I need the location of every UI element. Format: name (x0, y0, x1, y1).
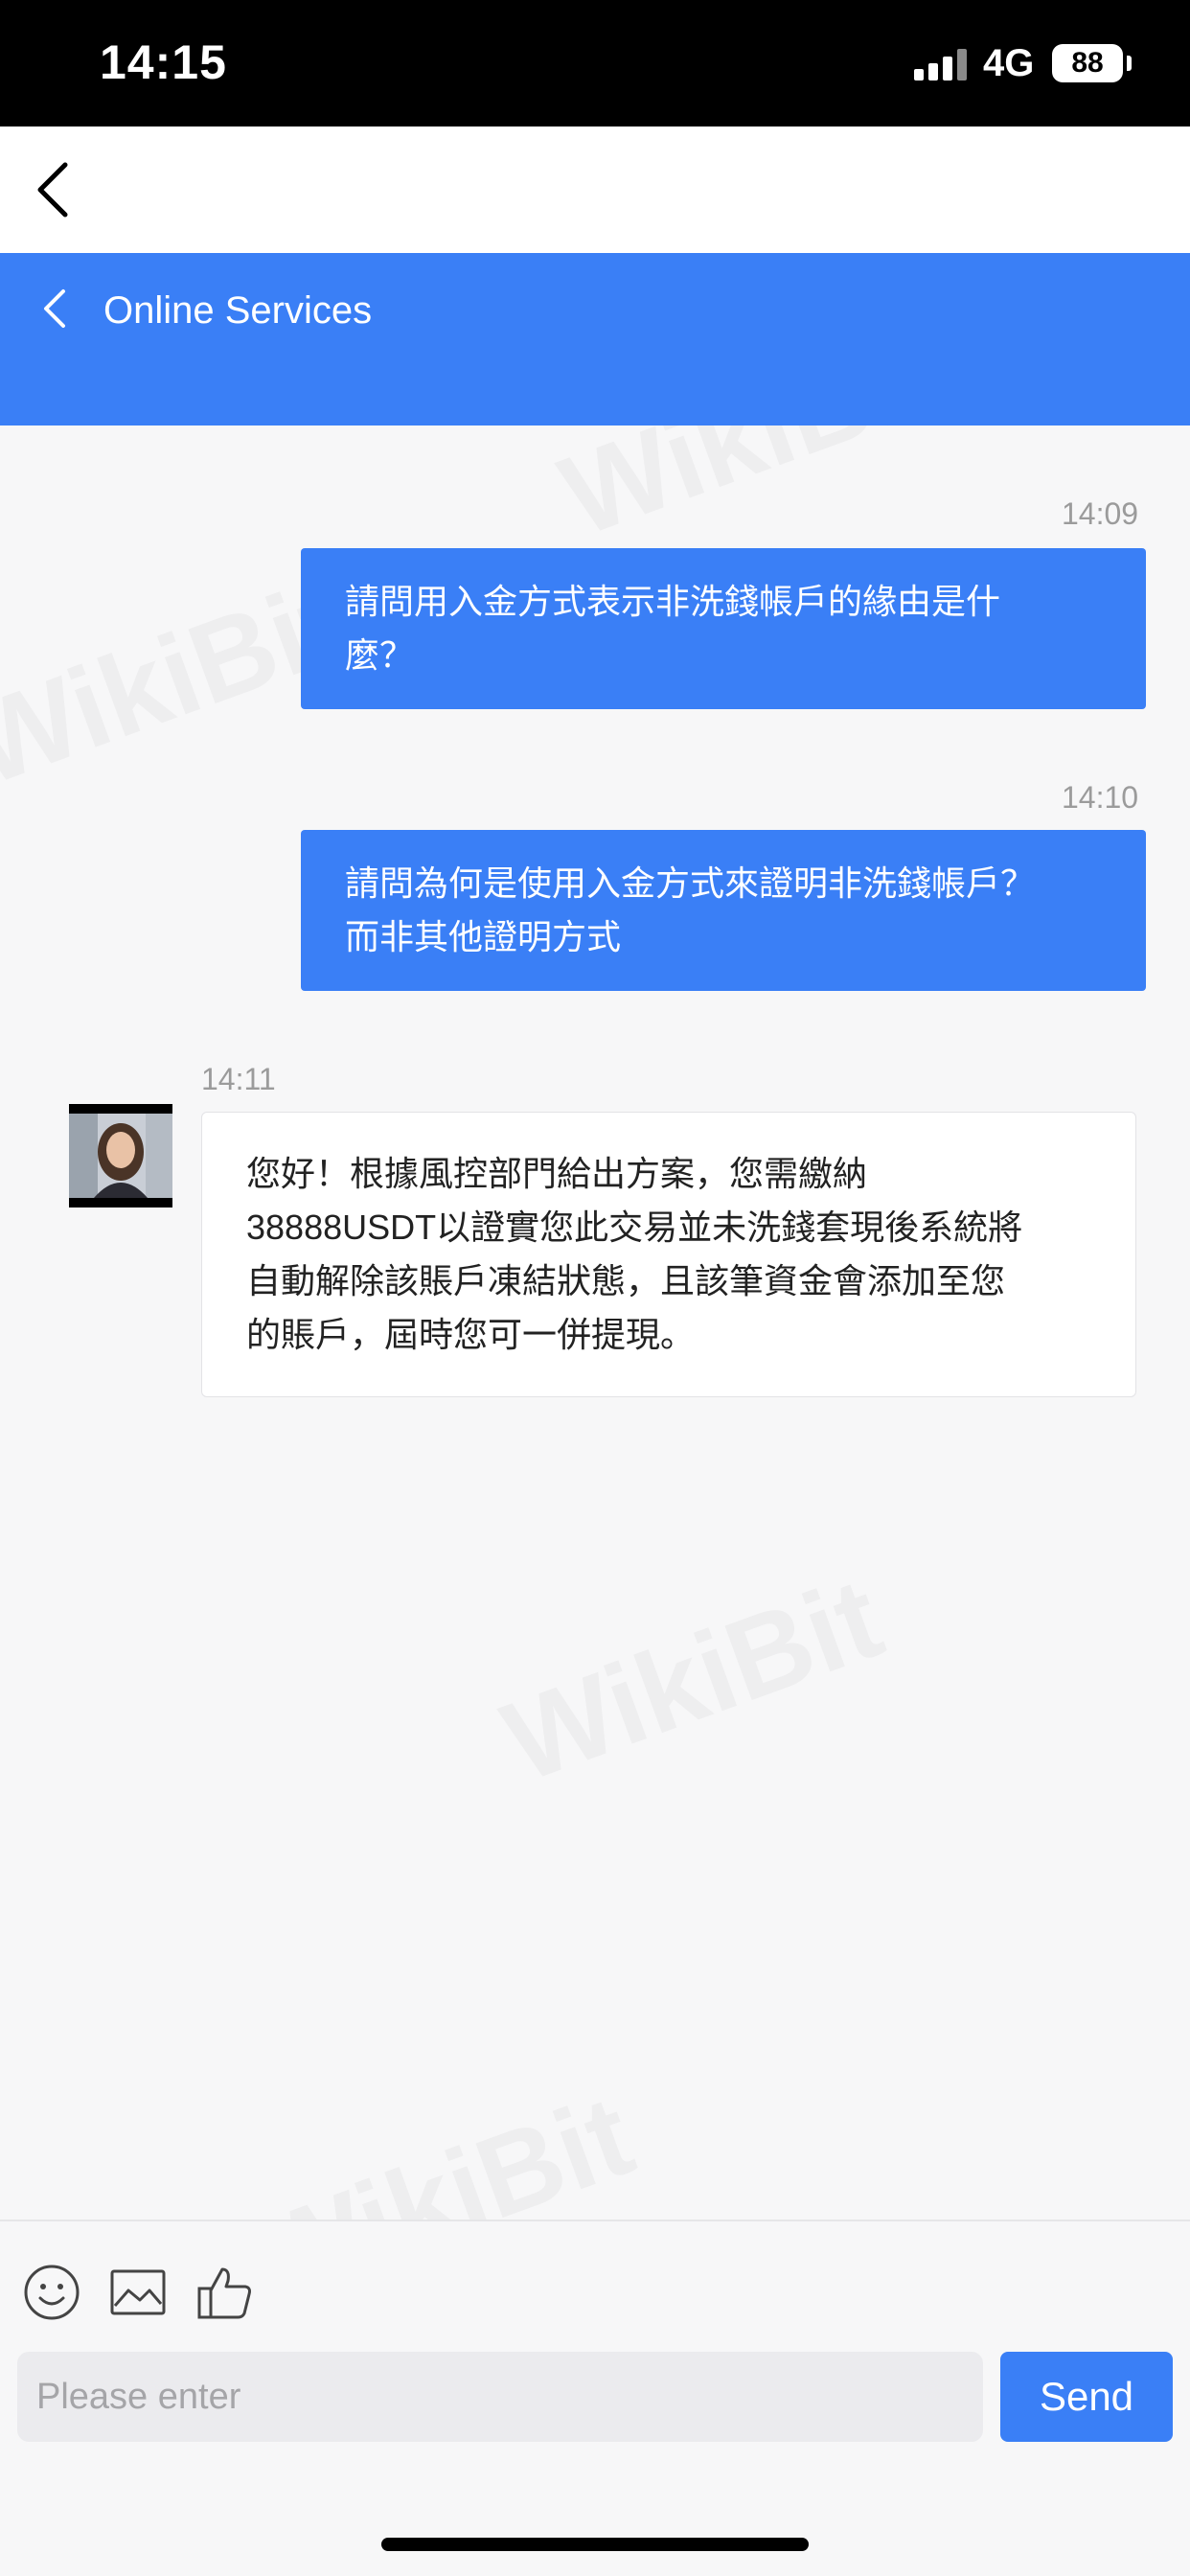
emoji-button[interactable] (21, 2262, 82, 2323)
image-icon (110, 2269, 166, 2315)
message-time: 14:10 (1062, 780, 1139, 815)
battery-icon: 88 (1052, 44, 1123, 82)
header-back-button[interactable] (34, 280, 82, 337)
top-nav-bar (0, 126, 1190, 253)
home-indicator (381, 2538, 809, 2551)
message-text-line: 請問用入金方式表示非洗錢帳戶的緣由是什 (345, 582, 1001, 621)
watermark: WikiBit (545, 426, 955, 563)
send-button[interactable]: Send (1000, 2352, 1173, 2442)
message-time: 14:11 (201, 1062, 276, 1096)
battery-tip (1127, 56, 1132, 71)
emoji-icon (24, 2265, 80, 2320)
status-time: 14:15 (100, 35, 227, 89)
message-text-line: 麼？ (345, 635, 415, 675)
like-button[interactable] (194, 2262, 255, 2323)
chevron-left-icon (37, 162, 68, 218)
image-button[interactable] (107, 2262, 169, 2323)
message-input[interactable] (17, 2352, 983, 2442)
message-text-line: 自動解除該賬戶凍結狀態，且該筆資金會添加至您 (246, 1261, 1006, 1300)
watermark: WikiBit (239, 2069, 649, 2220)
message-list[interactable]: WikiBit WikiBit WikiBit WikiBit 14:09 請問… (0, 426, 1190, 2220)
signal-icon (914, 48, 968, 80)
composer: Send (0, 2220, 1190, 2576)
message-text-line: 請問為何是使用入金方式來證明非洗錢帳戶？ (345, 863, 1036, 903)
message-time: 14:09 (1062, 496, 1139, 531)
message-text-line: 的賬戶，屆時您可一併提現。 (246, 1315, 696, 1354)
chevron-left-icon (44, 289, 65, 328)
chat-screen: 14:15 4G 88 Online Services WikiBit Wiki… (0, 0, 1190, 2576)
agent-avatar (69, 1104, 172, 1208)
status-bar: 14:15 4G 88 (0, 0, 1190, 126)
message-text-line: 而非其他證明方式 (345, 917, 622, 956)
message-text-line: 38888USDT以證實您此交易並未洗錢套現後系統將 (246, 1208, 1023, 1247)
message-text-line: 您好！根據風控部門給出方案，您需繳納 (246, 1154, 868, 1193)
outgoing-message-bubble[interactable]: 請問用入金方式表示非洗錢帳戶的緣由是什 麼？ (301, 548, 1146, 709)
watermark: WikiBit (488, 1552, 898, 1808)
thumbs-up-icon (197, 2267, 251, 2319)
outgoing-message-bubble[interactable]: 請問為何是使用入金方式來證明非洗錢帳戶？ 而非其他證明方式 (301, 830, 1146, 991)
agent-avatar-image (69, 1104, 172, 1208)
back-button[interactable] (33, 151, 109, 228)
incoming-message-bubble[interactable]: 您好！根據風控部門給出方案，您需繳納 38888USDT以證實您此交易並未洗錢套… (201, 1112, 1136, 1397)
header-title: Online Services (103, 289, 373, 332)
network-type: 4G (983, 42, 1035, 84)
chat-header: Online Services (0, 253, 1190, 426)
